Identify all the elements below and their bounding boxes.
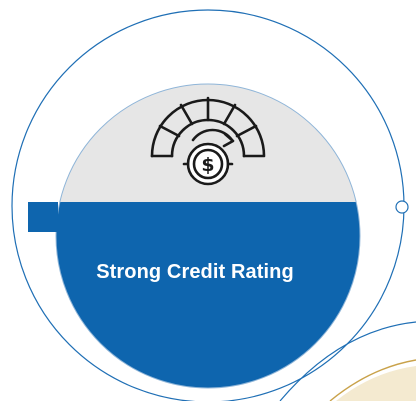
next-card-fill: [336, 366, 416, 401]
dollar-sign-icon: $: [201, 154, 214, 176]
card-title: Strong Credit Rating: [96, 261, 294, 283]
disc-bottom-blue: [56, 202, 360, 388]
band-left-edge: [28, 202, 58, 232]
credit-rating-card: $ Strong Credit Rating: [0, 0, 416, 401]
connector-dot: [395, 200, 409, 214]
card-graphic: $: [11, 9, 416, 401]
